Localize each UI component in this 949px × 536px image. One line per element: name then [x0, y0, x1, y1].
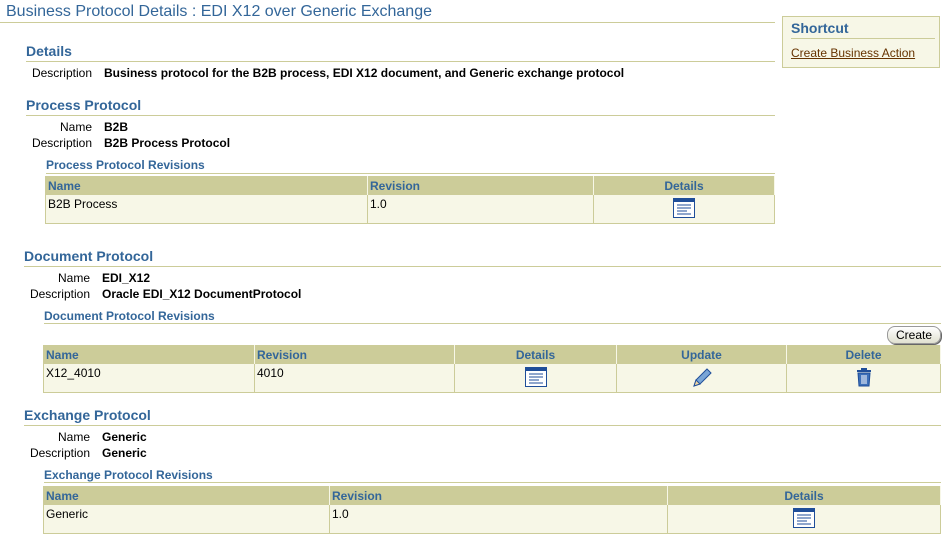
- details-icon[interactable]: [793, 507, 815, 531]
- shortcut-divider: [791, 38, 935, 39]
- page-title: Business Protocol Details : EDI X12 over…: [6, 3, 432, 20]
- process-description-value: B2B Process Protocol: [104, 136, 231, 150]
- shortcut-box: Shortcut Create Business Action: [782, 16, 940, 68]
- cell-details: [667, 504, 941, 534]
- details-heading: Details: [26, 43, 72, 59]
- cell-update: [616, 363, 787, 393]
- table-header-row: Name Revision Details: [45, 176, 775, 195]
- details-divider: [26, 61, 775, 62]
- details-description-value: Business protocol for the B2B process, E…: [104, 66, 625, 80]
- title-divider: [0, 22, 775, 23]
- document-revisions-table: Name Revision Details Update Delete X12_…: [43, 345, 941, 393]
- cell-name: X12_4010: [43, 363, 255, 393]
- cell-revision: 4010: [254, 363, 455, 393]
- exchange-protocol-heading: Exchange Protocol: [24, 407, 151, 423]
- exchange-name-value: Generic: [102, 430, 147, 444]
- process-name-label: Name: [59, 120, 92, 134]
- exchange-protocol-divider: [24, 425, 941, 426]
- column-header-details: Details: [454, 345, 617, 364]
- column-header-details: Details: [593, 176, 775, 195]
- exchange-revisions-divider: [44, 482, 941, 483]
- document-protocol-divider: [24, 266, 941, 267]
- document-name-label: Name: [57, 271, 90, 285]
- process-revisions-table: Name Revision Details B2B Process 1.0: [45, 176, 775, 224]
- table-header-row: Name Revision Details: [43, 486, 941, 505]
- table-row: X12_4010 4010: [43, 363, 941, 393]
- document-description-value: Oracle EDI_X12 DocumentProtocol: [102, 287, 302, 301]
- cell-name: Generic: [43, 504, 330, 534]
- shortcut-heading: Shortcut: [791, 20, 849, 36]
- document-description-label: Description: [29, 287, 90, 301]
- table-row: B2B Process 1.0: [45, 194, 775, 224]
- table-header-row: Name Revision Details Update Delete: [43, 345, 941, 364]
- exchange-revisions-table: Name Revision Details Generic 1.0: [43, 486, 941, 534]
- document-name-value: EDI_X12: [102, 271, 151, 285]
- trash-icon[interactable]: [855, 367, 873, 390]
- document-revisions-divider: [44, 323, 941, 324]
- document-revisions-heading: Document Protocol Revisions: [44, 309, 215, 323]
- process-name-value: B2B: [104, 120, 129, 134]
- column-header-name[interactable]: Name: [45, 176, 368, 195]
- exchange-revisions-heading: Exchange Protocol Revisions: [44, 468, 213, 482]
- process-protocol-divider: [26, 115, 775, 116]
- process-revisions-divider: [46, 173, 775, 174]
- column-header-revision[interactable]: Revision: [254, 345, 455, 364]
- process-revisions-heading: Process Protocol Revisions: [46, 158, 205, 172]
- column-header-details: Details: [667, 486, 941, 505]
- column-header-name[interactable]: Name: [43, 486, 330, 505]
- exchange-description-value: Generic: [102, 446, 147, 460]
- cell-details: [593, 194, 775, 224]
- column-header-revision[interactable]: Revision: [329, 486, 668, 505]
- cell-revision: 1.0: [329, 504, 668, 534]
- process-protocol-heading: Process Protocol: [26, 97, 142, 113]
- exchange-description-label: Description: [29, 446, 90, 460]
- create-business-action-link[interactable]: Create Business Action: [791, 46, 915, 60]
- details-icon[interactable]: [524, 366, 547, 390]
- column-header-delete: Delete: [786, 345, 941, 364]
- column-header-update: Update: [616, 345, 787, 364]
- column-header-name[interactable]: Name: [43, 345, 255, 364]
- process-description-label: Description: [31, 136, 92, 150]
- cell-revision: 1.0: [367, 194, 594, 224]
- document-protocol-heading: Document Protocol: [24, 248, 154, 264]
- details-icon[interactable]: [673, 197, 695, 221]
- pencil-icon[interactable]: [691, 367, 713, 390]
- cell-delete: [786, 363, 941, 393]
- column-header-revision[interactable]: Revision: [367, 176, 594, 195]
- exchange-name-label: Name: [57, 430, 90, 444]
- create-button[interactable]: Create: [887, 326, 941, 344]
- cell-details: [454, 363, 617, 393]
- cell-name: B2B Process: [45, 194, 368, 224]
- details-description-label: Description: [31, 66, 92, 80]
- table-row: Generic 1.0: [43, 504, 941, 534]
